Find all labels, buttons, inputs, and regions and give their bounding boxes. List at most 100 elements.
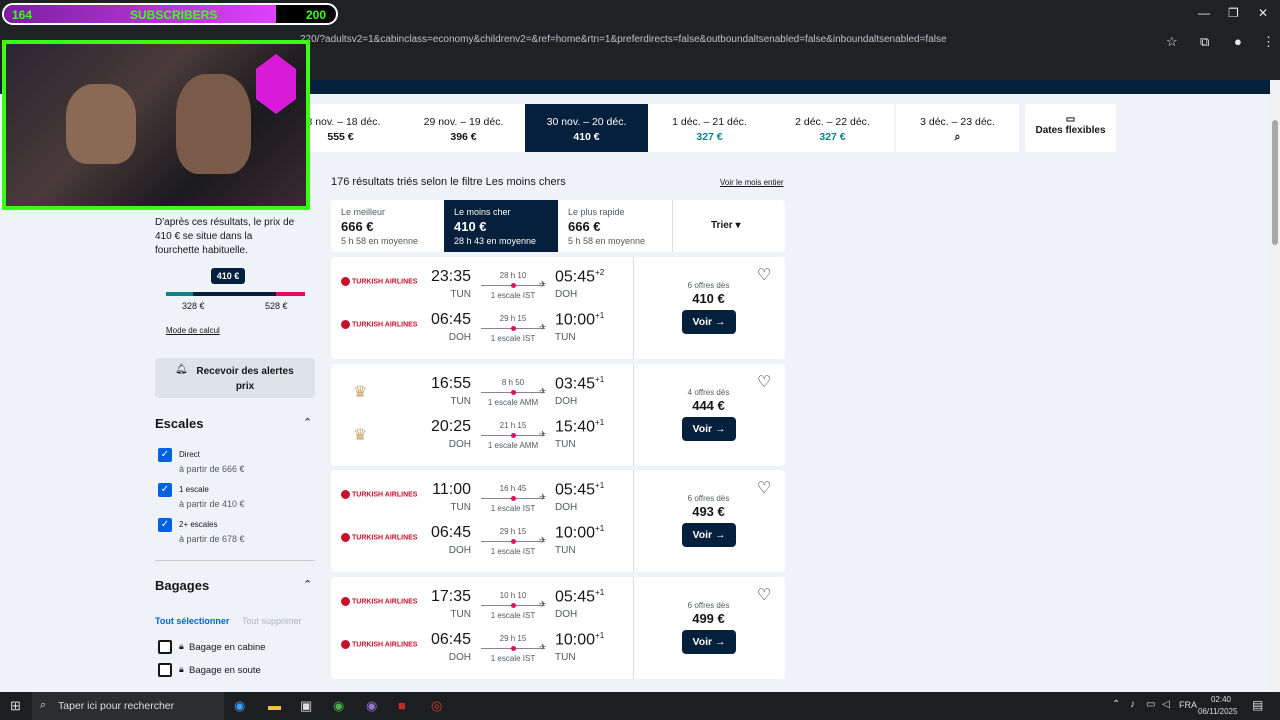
tray-chevron-icon[interactable]: ⌃ <box>1112 699 1120 710</box>
app-icon[interactable]: ◉ <box>366 698 377 714</box>
windows-start-icon[interactable]: ⊞ <box>10 698 21 714</box>
price-badge: 410 € <box>211 268 245 284</box>
turkish-airlines-logo: TURKISH AIRLINES <box>341 640 418 650</box>
date-price: 410 € <box>573 131 600 143</box>
date-label: 3 déc. – 23 déc. <box>920 116 995 128</box>
date-option[interactable]: 29 nov. – 19 déc. 396 € <box>402 104 525 152</box>
chrome-icon[interactable]: ◉ <box>333 698 344 714</box>
sort-tab-price: 666 € <box>568 219 601 234</box>
date-option[interactable]: 2 déc. – 22 déc. 327 € <box>771 104 894 152</box>
date-option[interactable]: 30 nov. – 20 déc. 410 € <box>525 104 648 152</box>
profile-avatar[interactable]: ● <box>1234 34 1242 49</box>
flight-card[interactable]: TURKISH AIRLINES 23:35 TUN 28 h 10 ✈ 1 escale… <box>331 257 785 359</box>
clear-all-link[interactable]: Tout supprimer <box>242 616 302 626</box>
taskbar-search-text: Taper ici pour rechercher <box>58 700 175 712</box>
bag-label: Bagage en soute <box>189 665 261 676</box>
view-button[interactable]: Voir → <box>682 630 736 655</box>
bag-checkbox[interactable] <box>158 640 172 654</box>
heart-icon[interactable]: ♡ <box>757 265 771 285</box>
flight-leg: TURKISH AIRLINES 17:35 TUN 10 h 10 ✈ 1 escale… <box>331 585 631 630</box>
sort-tab[interactable]: Le plus rapide 666 € 5 h 58 en moyenne <box>558 200 672 252</box>
restore-icon[interactable]: ❐ <box>1228 6 1239 20</box>
arrival-time-wrap: 10:00+1 <box>555 524 604 542</box>
edge-icon[interactable]: ◉ <box>234 698 245 714</box>
mic-icon[interactable]: ♪ <box>1130 699 1135 710</box>
stop-price: à partir de 678 € <box>179 534 245 544</box>
clock-date[interactable]: 06/11/2025 <box>1198 707 1237 716</box>
route-line <box>481 432 545 438</box>
day-offset: +1 <box>595 588 605 598</box>
flight-card[interactable]: ♛ 16:55 TUN 8 h 50 ✈ 1 escale AMM 03:45+1 DOH ♛ 2… <box>331 363 785 466</box>
bag-checkbox[interactable] <box>158 663 172 677</box>
stop-count: 1 escale <box>487 397 518 407</box>
chevron-up-icon[interactable]: ⌃ <box>303 416 312 429</box>
bag-label: Bagage en cabine <box>189 642 266 653</box>
taskbar-search[interactable]: ⌕ Taper ici pour rechercher <box>32 692 224 720</box>
close-icon[interactable]: ✕ <box>1258 6 1268 20</box>
subscriber-goal: 200 <box>306 8 327 22</box>
sort-tab[interactable]: Le meilleur 666 € 5 h 58 en moyenne <box>331 200 445 252</box>
day-offset: +1 <box>595 311 605 320</box>
network-icon[interactable]: ▭ <box>1146 699 1155 710</box>
stop-checkbox[interactable]: ✓ <box>158 448 172 462</box>
star-icon[interactable]: ☆ <box>1166 34 1178 50</box>
stop-airport: IST <box>522 334 536 343</box>
flexible-dates-button[interactable]: ▭ Dates flexibles <box>1025 104 1116 152</box>
date-option[interactable]: 3 déc. – 23 déc. ⌕ <box>896 104 1019 152</box>
language-indicator[interactable]: FRA <box>1179 700 1197 710</box>
view-button[interactable]: Voir → <box>682 523 736 548</box>
store-icon[interactable]: ▣ <box>300 698 312 714</box>
route-line <box>481 603 545 609</box>
route-line <box>481 326 545 331</box>
divider <box>155 560 315 561</box>
address-bar[interactable]: 220/?adultsv2=1&cabinclass=economy&child… <box>300 34 1160 52</box>
sort-tab[interactable]: Le moins cher 410 € 28 h 43 en moyenne <box>444 200 558 252</box>
scrollbar-thumb[interactable] <box>1272 120 1278 245</box>
royal-jordanian-logo: ♛ <box>353 426 368 444</box>
chevron-up-icon[interactable]: ⌃ <box>303 578 312 591</box>
flight-duration: 29 h 15 <box>499 527 527 537</box>
arrival-airport: DOH <box>555 289 578 300</box>
select-all-link[interactable]: Tout sélectionner <box>155 616 229 626</box>
price-alert-button[interactable]: 🔔︎ Recevoir des alertes prix <box>155 358 315 398</box>
stop-info: 1 escale IST <box>481 654 545 663</box>
stop-airport: AMM <box>519 397 539 407</box>
flight-duration: 29 h 15 <box>499 314 527 323</box>
heart-icon[interactable]: ♡ <box>757 372 771 392</box>
date-option[interactable]: 1 déc. – 21 déc. 327 € <box>648 104 771 152</box>
view-button[interactable]: Voir → <box>682 310 736 334</box>
departure-time: 11:00 <box>432 481 471 499</box>
turkish-airlines-logo: TURKISH AIRLINES <box>341 490 417 500</box>
scrollbar[interactable] <box>1270 80 1280 692</box>
flight-card[interactable]: TURKISH AIRLINES 11:00 TUN 16 h 45 ✈ 1 escale… <box>331 470 785 573</box>
stop-checkbox[interactable]: ✓ <box>158 483 172 497</box>
notification-icon[interactable]: ▤ <box>1252 698 1263 712</box>
flight-duration: 21 h 15 <box>499 420 527 430</box>
plane-icon: ✈ <box>539 535 547 546</box>
flight-card[interactable]: TURKISH AIRLINES 17:35 TUN 10 h 10 ✈ 1 escale… <box>331 577 785 680</box>
volume-icon[interactable]: ◁ <box>1162 699 1170 710</box>
month-link[interactable]: Voir le mois entier <box>720 178 784 187</box>
day-offset: +1 <box>595 374 605 384</box>
obs-icon[interactable]: ■ <box>398 698 406 713</box>
sort-button[interactable]: Trier ▾ <box>711 220 741 231</box>
heart-icon[interactable]: ♡ <box>757 478 771 498</box>
minimize-icon[interactable]: — <box>1198 6 1210 20</box>
date-price: 327 € <box>819 131 846 143</box>
airline-name: TURKISH AIRLINES <box>352 641 418 649</box>
menu-icon[interactable]: ⋮ <box>1262 34 1275 50</box>
clock-time[interactable]: 02:40 <box>1208 695 1234 704</box>
turkish-airlines-logo: TURKISH AIRLINES <box>341 277 417 286</box>
heart-icon[interactable]: ♡ <box>757 585 771 605</box>
calc-link[interactable]: Mode de calcul <box>166 326 220 335</box>
view-button[interactable]: Voir → <box>682 416 736 441</box>
extensions-icon[interactable]: ⧉ <box>1200 34 1209 50</box>
folder-icon[interactable]: ▬ <box>268 698 281 713</box>
departure-time: 06:45 <box>430 524 471 542</box>
sort-tab-price: 410 € <box>454 219 487 234</box>
record-icon[interactable]: ◎ <box>431 698 442 714</box>
stop-checkbox[interactable]: ✓ <box>158 518 172 532</box>
offers-count: 4 offres dès <box>687 387 730 397</box>
stop-label: 2+ escales <box>179 520 218 529</box>
flight-duration: 10 h 10 <box>499 591 527 601</box>
